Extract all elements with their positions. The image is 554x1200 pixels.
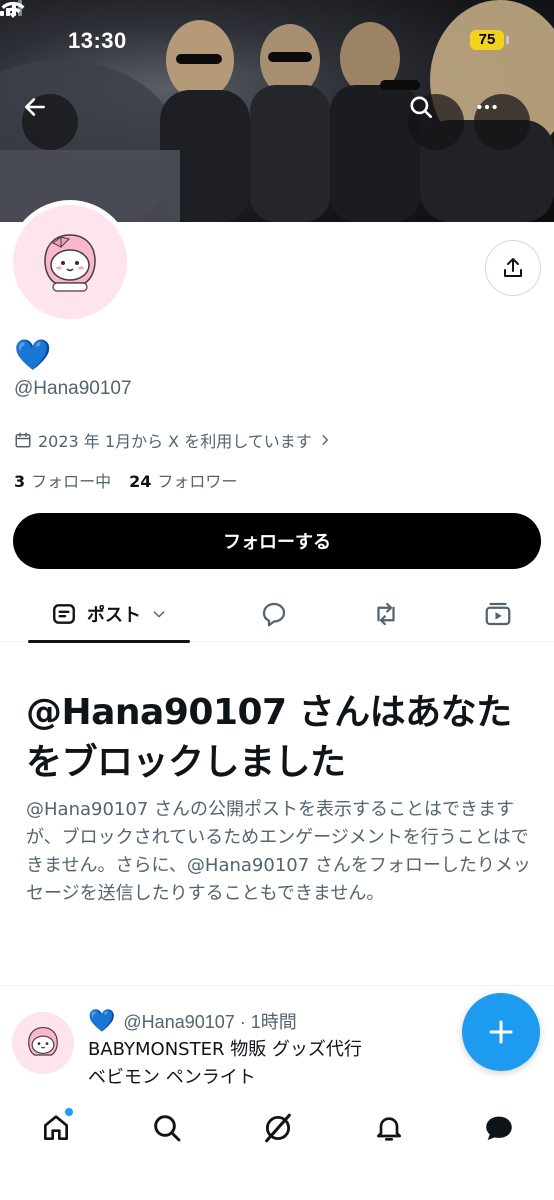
character-avatar-icon — [28, 1026, 58, 1056]
tab-posts-label: ポスト — [87, 605, 141, 626]
profile-banner[interactable]: 13:30 75 — [0, 0, 554, 222]
followers-link[interactable]: 24 フォロワー — [129, 468, 237, 492]
following-link[interactable]: 3 フォロー中 — [14, 468, 111, 492]
search-icon — [154, 1115, 181, 1142]
profile-avatar[interactable] — [8, 200, 132, 324]
profile-tabs: ポスト — [0, 586, 554, 643]
share-button[interactable] — [485, 240, 541, 296]
tab-media[interactable] — [470, 586, 526, 642]
arrow-left-icon — [25, 98, 45, 116]
back-button[interactable] — [22, 94, 78, 150]
more-horizontal-icon — [477, 104, 497, 110]
more-button[interactable] — [474, 94, 530, 150]
followers-count: 24 — [129, 472, 152, 491]
compose-button[interactable] — [462, 993, 540, 1071]
followers-label: フォロワー — [157, 472, 238, 491]
blocked-description: @Hana90107 さんの公開ポストを表示することはできますが、ブロックされて… — [26, 799, 531, 904]
search-icon — [410, 96, 433, 119]
share-icon — [504, 258, 522, 277]
blocked-title: @Hana90107 さんはあなたをブロックしました — [26, 692, 512, 783]
posts-icon — [53, 604, 75, 624]
post-handle-time: @Hana90107 · 1時間 — [123, 1012, 297, 1032]
nav-search[interactable] — [139, 1100, 195, 1156]
chevron-right-icon — [322, 435, 328, 445]
joined-date[interactable]: 2023 年 1月から X を利用しています — [14, 428, 332, 452]
follow-button[interactable]: フォローする — [13, 513, 541, 569]
calendar-icon — [15, 432, 31, 448]
post-text-line: BABYMONSTER 物販 グッズ代行 — [88, 1039, 362, 1060]
mail-icon — [486, 1116, 512, 1141]
chevron-down-icon — [153, 611, 165, 618]
following-count: 3 — [14, 472, 26, 491]
profile-handle: @Hana90107 — [14, 378, 132, 399]
joined-text: 2023 年 1月から X を利用しています — [38, 432, 312, 451]
grok-icon — [265, 1113, 291, 1143]
post-header: 💙 @Hana90107 · 1時間 — [88, 1008, 297, 1034]
follow-stats: 3 フォロー中 24 フォロワー — [14, 468, 237, 492]
active-tab-indicator — [28, 640, 190, 643]
tab-replies[interactable] — [246, 586, 302, 642]
media-icon — [485, 602, 511, 626]
following-label: フォロー中 — [31, 472, 112, 491]
search-button[interactable] — [408, 94, 464, 150]
repost-icon — [377, 602, 395, 626]
nav-notifications[interactable] — [361, 1100, 417, 1156]
display-name: 💙 — [14, 338, 52, 373]
compose-plus-icon — [489, 1020, 513, 1044]
post-text[interactable]: BABYMONSTER 物販 グッズ代行 ベビモン ペンライト — [88, 1036, 362, 1092]
post-avatar[interactable] — [12, 1012, 74, 1074]
character-avatar-icon — [44, 234, 96, 292]
reply-icon — [262, 602, 286, 627]
tab-reposts[interactable] — [358, 586, 414, 642]
status-time: 13:30 — [68, 28, 127, 53]
post-author-name[interactable]: 💙 — [88, 1009, 115, 1034]
status-bar: 13:30 75 — [0, 0, 554, 84]
avatar-image — [13, 205, 127, 319]
divider — [0, 985, 554, 986]
home-icon — [44, 1115, 68, 1140]
bell-icon — [377, 1117, 401, 1141]
battery-indicator: 75 — [470, 30, 509, 50]
wifi-icon — [1, 1, 25, 18]
notification-dot — [65, 1108, 73, 1116]
nav-grok[interactable] — [250, 1100, 306, 1156]
tab-posts[interactable]: ポスト — [28, 586, 190, 643]
nav-messages[interactable] — [471, 1100, 527, 1156]
nav-home[interactable] — [28, 1100, 84, 1156]
bottom-navigation — [0, 1086, 554, 1200]
